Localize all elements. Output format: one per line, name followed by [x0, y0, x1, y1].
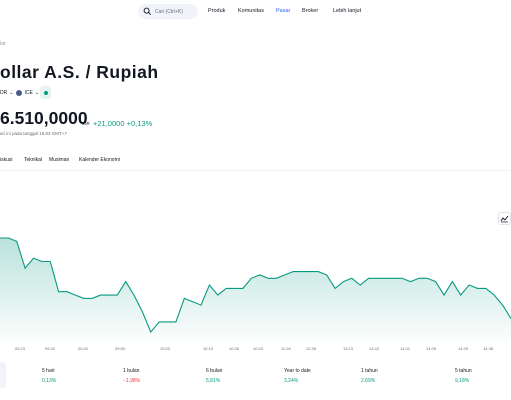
search-box[interactable]: Cari (Ctrl+K): [138, 4, 198, 19]
top-navigation: Cari (Ctrl+K) Produk Komunitas Pasar Bro…: [0, 0, 511, 24]
price-value: 6.510,0000: [0, 108, 88, 128]
x-axis-tick: 11.26: [281, 346, 291, 351]
price-currency: IDR: [82, 121, 90, 126]
price-timestamp: ari ini pada tanggal 15.03 GMT+7: [0, 131, 67, 136]
symbol-code[interactable]: DR: [0, 90, 7, 96]
x-axis-tick: 13.42: [369, 346, 380, 351]
x-axis-tick: 09.42: [78, 346, 89, 351]
search-placeholder: Cari (Ctrl+K): [155, 8, 183, 15]
tab-musiman[interactable]: Musiman: [49, 157, 69, 163]
x-axis-tick: 12.38: [306, 346, 317, 351]
page-title: ollar A.S. / Rupiah: [0, 62, 159, 82]
change-absolute: +21,0000: [93, 119, 125, 128]
performance-value: 3,24%: [284, 378, 299, 384]
x-axis-tick: 13.13: [343, 346, 354, 351]
performance-label: Year to date: [284, 368, 311, 374]
tab-teknikal[interactable]: Teknikal: [24, 157, 42, 163]
tab-kalender-ekonomi[interactable]: Kalender Ekonomi: [79, 157, 120, 163]
x-axis-tick: 10.26: [229, 346, 240, 351]
performance-label: 1 bulan: [123, 368, 140, 374]
performance-cell[interactable]: Year to date 3,24%: [284, 368, 311, 384]
nav-link-komunitas[interactable]: Komunitas: [238, 8, 264, 14]
tab-divider: [0, 170, 511, 171]
performance-label: 1 tahun: [361, 368, 378, 374]
x-axis-tick: 14.38: [483, 346, 494, 351]
exchange-name[interactable]: ICE: [24, 90, 32, 96]
performance-label: 6 bulan: [206, 368, 223, 374]
x-axis-tick: 10.10: [203, 346, 214, 351]
breadcrumb[interactable]: lar: [0, 41, 6, 47]
performance-cell[interactable]: 6 bulan 5,81%: [206, 368, 222, 384]
exchange-icon: [16, 89, 23, 96]
x-axis-tick: 09.23: [15, 346, 26, 351]
performance-cell[interactable]: 1 bulan −1,98%: [123, 368, 140, 384]
tab-diskusi[interactable]: iskusi: [0, 157, 13, 163]
market-status-badge[interactable]: [40, 86, 51, 99]
chevron-down-icon[interactable]: ⌄: [9, 90, 13, 96]
nav-link-produk[interactable]: Produk: [208, 8, 225, 14]
performance-value: 5,81%: [206, 378, 221, 384]
x-axis-tick: 14.25: [458, 346, 469, 351]
x-axis-tick: 14.01: [400, 346, 411, 351]
performance-cell[interactable]: 1 tahun 2,69%: [361, 368, 378, 384]
x-axis-tick: 10.03: [253, 346, 264, 351]
performance-value: 2,69%: [361, 378, 376, 384]
x-axis-tick: 09.32: [45, 346, 56, 351]
price-chart[interactable]: [0, 230, 511, 344]
performance-label: 5 tahun: [455, 368, 472, 374]
performance-cell[interactable]: 5 hari 0,13%: [42, 368, 56, 384]
nav-link-lebih-lanjut[interactable]: Lebih lanjut: [333, 8, 361, 14]
price-change: +21,0000 +0,13%: [93, 119, 152, 128]
chart-type-icon[interactable]: [498, 212, 511, 225]
price-area-fill: [0, 238, 511, 340]
nav-link-pasar[interactable]: Pasar: [276, 8, 290, 14]
performance-cell[interactable]: 5 tahun 9,18%: [455, 368, 472, 384]
market-status-icon: [43, 90, 48, 95]
change-percent: +0,13%: [126, 119, 153, 128]
symbol-meta: DR ⌄ ICE ⌄: [0, 87, 42, 98]
chevron-down-icon[interactable]: ⌄: [35, 90, 39, 96]
nav-link-broker[interactable]: Broker: [302, 8, 318, 14]
x-axis-tick: 10.03: [160, 346, 171, 351]
search-icon: [143, 7, 152, 16]
performance-label: 5 hari: [42, 368, 55, 374]
performance-value: 9,18%: [455, 378, 470, 384]
performance-value: 0,13%: [42, 378, 57, 384]
period-selected-indicator[interactable]: [0, 362, 6, 388]
x-axis-tick: 09.50: [115, 346, 126, 351]
performance-value: −1,98%: [123, 378, 141, 384]
x-axis-tick: 14.05: [426, 346, 437, 351]
